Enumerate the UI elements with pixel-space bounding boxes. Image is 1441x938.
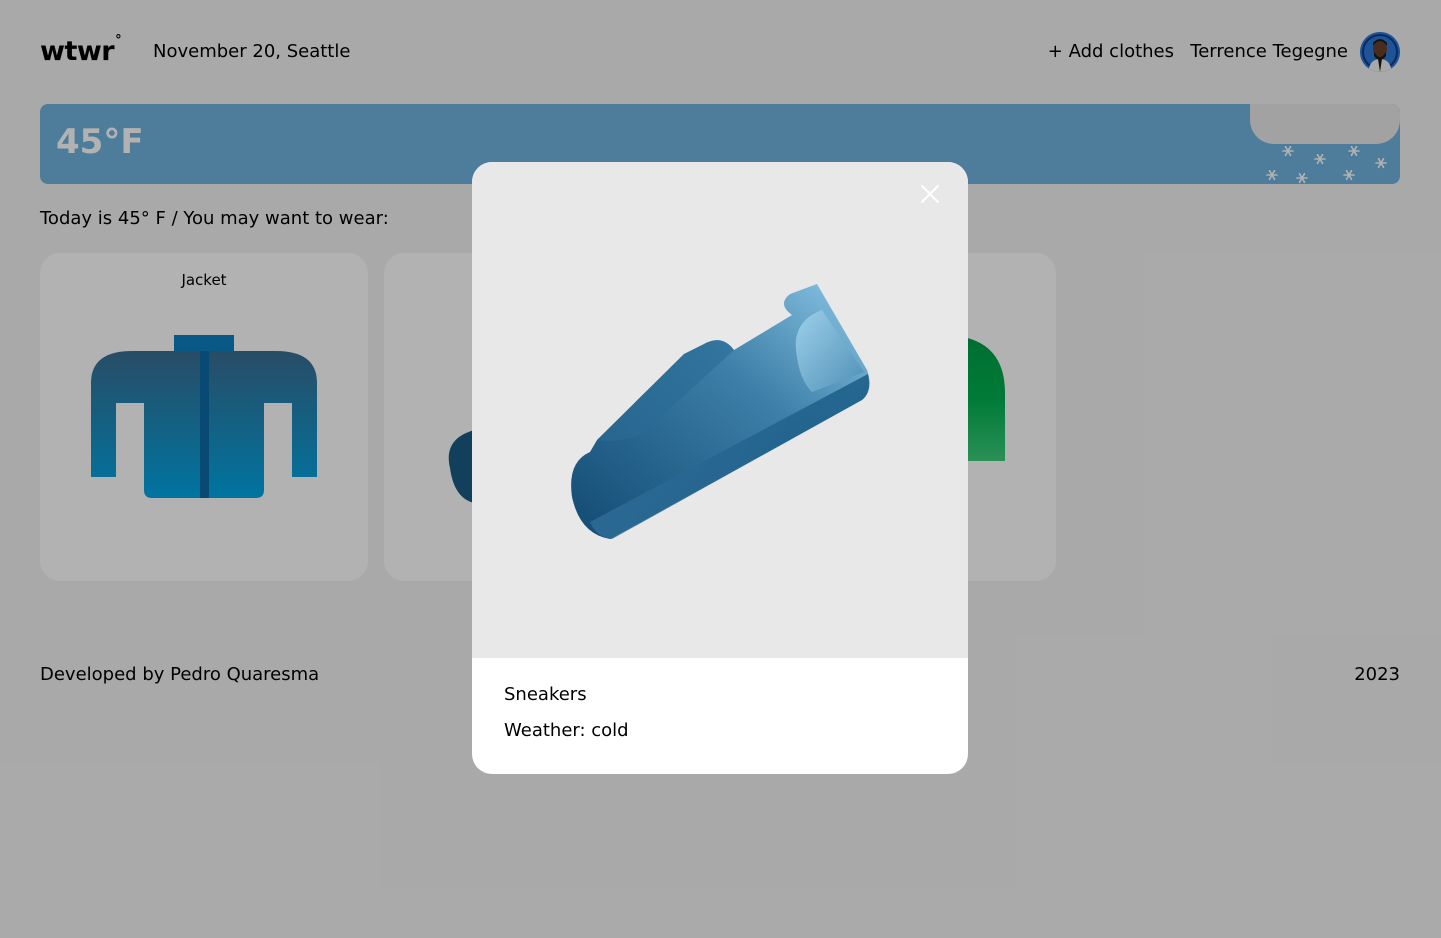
close-icon	[921, 185, 939, 203]
sneaker-icon	[571, 284, 870, 539]
item-name: Sneakers	[504, 684, 587, 705]
item-preview-modal: Sneakers Weather: cold	[472, 162, 968, 774]
item-weather: Weather: cold	[504, 720, 629, 741]
item-image	[472, 162, 968, 658]
modal-close-button[interactable]	[916, 180, 944, 208]
